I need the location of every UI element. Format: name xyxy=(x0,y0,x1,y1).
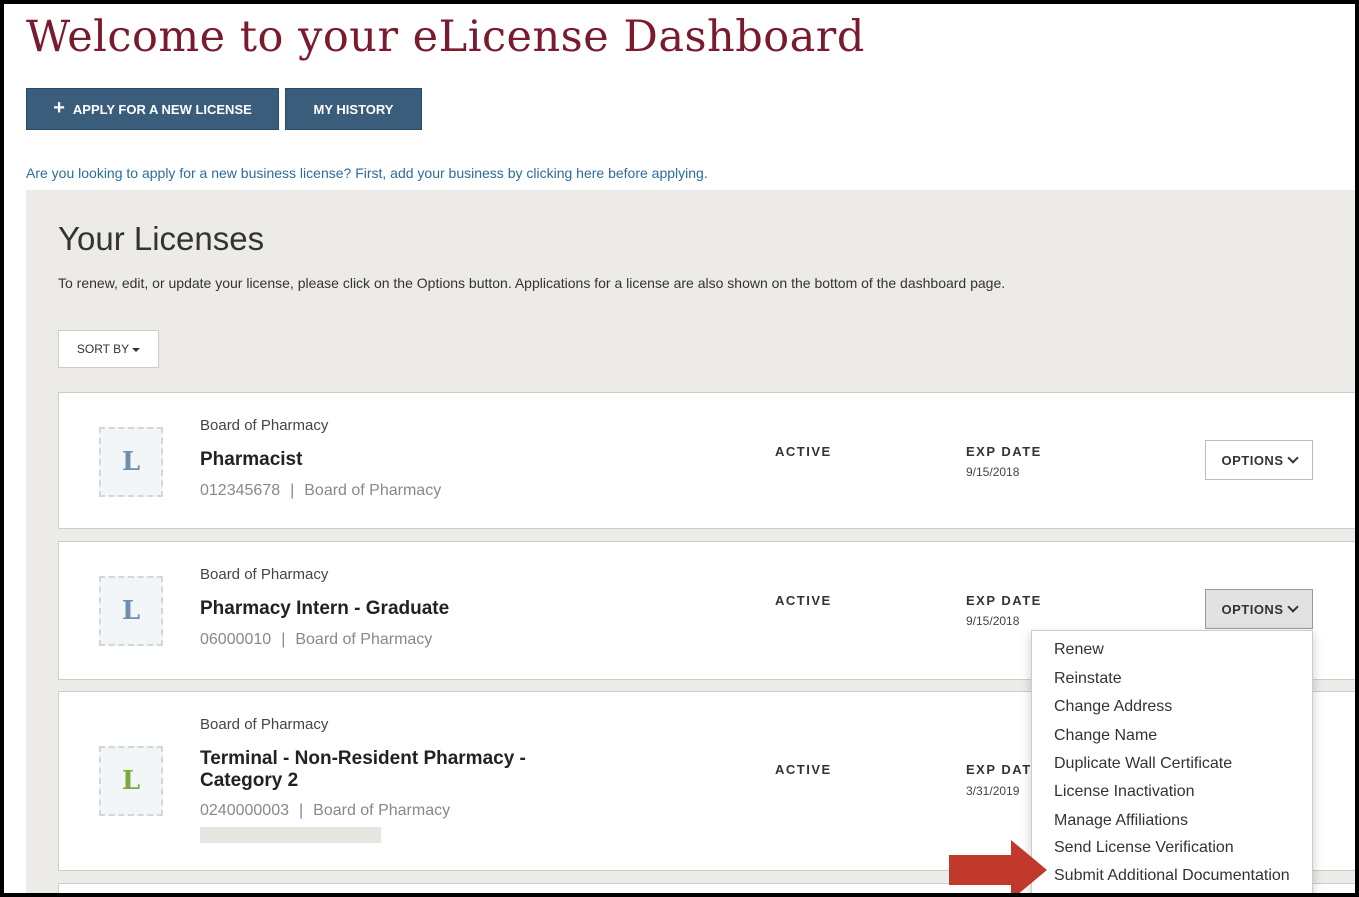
license-number: 0240000003 xyxy=(200,802,289,819)
apply-new-license-button[interactable]: + APPLY FOR A NEW LICENSE xyxy=(26,88,279,130)
menu-item-reinstate[interactable]: Reinstate xyxy=(1054,670,1122,688)
license-name: Pharmacy Intern - Graduate xyxy=(200,598,450,619)
menu-item-renew[interactable]: Renew xyxy=(1054,641,1104,659)
menu-item-change-address[interactable]: Change Address xyxy=(1054,698,1172,716)
license-status: ACTIVE xyxy=(775,762,832,777)
my-history-label: MY HISTORY xyxy=(313,101,394,117)
page-title: Welcome to your eLicense Dashboard xyxy=(26,12,865,62)
license-stamp-icon: L xyxy=(99,746,163,816)
add-business-link[interactable]: Are you looking to apply for a new busin… xyxy=(26,165,708,181)
menu-item-license-inactivation[interactable]: License Inactivation xyxy=(1054,783,1195,801)
exp-date-value: 9/15/2018 xyxy=(966,465,1020,479)
red-arrow-icon xyxy=(949,840,1047,893)
exp-date-value: 3/31/2019 xyxy=(966,784,1020,798)
licenses-heading: Your Licenses xyxy=(58,220,265,257)
meta-separator: | xyxy=(290,482,295,499)
exp-date-value: 9/15/2018 xyxy=(966,614,1020,628)
license-board-short: Board of Pharmacy xyxy=(313,802,451,819)
chevron-down-icon xyxy=(1286,452,1299,464)
apply-new-license-label: APPLY FOR A NEW LICENSE xyxy=(72,101,252,117)
redacted-text xyxy=(200,827,381,843)
license-card: L Board of Pharmacy Pharmacist 012345678… xyxy=(58,392,1355,529)
license-board: Board of Pharmacy xyxy=(200,716,329,733)
license-board-short: Board of Pharmacy xyxy=(295,631,433,648)
my-history-button[interactable]: MY HISTORY xyxy=(285,88,422,130)
options-button[interactable]: OPTIONS xyxy=(1205,440,1313,480)
license-status: ACTIVE xyxy=(775,593,832,608)
license-meta: 0240000003 | Board of Pharmacy xyxy=(200,802,450,820)
license-board: Board of Pharmacy xyxy=(200,417,329,434)
plus-icon: + xyxy=(53,97,65,119)
menu-item-send-license-verification[interactable]: Send License Verification xyxy=(1054,839,1234,857)
sort-by-label: SORT BY xyxy=(76,342,130,356)
license-board-short: Board of Pharmacy xyxy=(304,482,442,499)
options-label: OPTIONS xyxy=(1221,452,1284,468)
menu-item-submit-additional-documentation[interactable]: Submit Additional Documentation xyxy=(1054,867,1290,885)
license-stamp-icon: L xyxy=(99,576,163,646)
license-meta: 06000010 | Board of Pharmacy xyxy=(200,631,432,649)
licenses-description: To renew, edit, or update your license, … xyxy=(58,275,1006,291)
caret-down-icon xyxy=(132,348,141,352)
license-meta: 012345678 | Board of Pharmacy xyxy=(200,482,441,500)
menu-item-duplicate-wall-certificate[interactable]: Duplicate Wall Certificate xyxy=(1054,755,1232,773)
exp-date-label: EXP DATE xyxy=(966,593,1042,608)
license-number: 012345678 xyxy=(200,482,281,499)
options-button[interactable]: OPTIONS xyxy=(1205,589,1313,629)
license-status: ACTIVE xyxy=(775,444,832,459)
license-number: 06000010 xyxy=(200,631,272,648)
page-frame: Welcome to your eLicense Dashboard + APP… xyxy=(4,4,1355,893)
meta-separator: | xyxy=(281,631,286,648)
license-board: Board of Pharmacy xyxy=(200,566,329,583)
exp-date-label: EXP DATE xyxy=(966,444,1042,459)
options-dropdown-menu: Renew Reinstate Change Address Change Na… xyxy=(1031,630,1313,893)
options-label: OPTIONS xyxy=(1221,601,1284,617)
license-name: Terminal - Non-Resident Pharmacy - Categ… xyxy=(200,748,526,791)
license-name: Pharmacist xyxy=(200,449,303,470)
exp-date-label: EXP DAT xyxy=(966,762,1032,777)
meta-separator: | xyxy=(298,802,304,819)
sort-by-dropdown[interactable]: SORT BY xyxy=(58,330,159,368)
license-stamp-icon: L xyxy=(99,427,163,497)
menu-item-manage-affiliations[interactable]: Manage Affiliations xyxy=(1054,812,1188,830)
chevron-down-icon xyxy=(1286,601,1299,613)
menu-item-change-name[interactable]: Change Name xyxy=(1054,727,1157,745)
